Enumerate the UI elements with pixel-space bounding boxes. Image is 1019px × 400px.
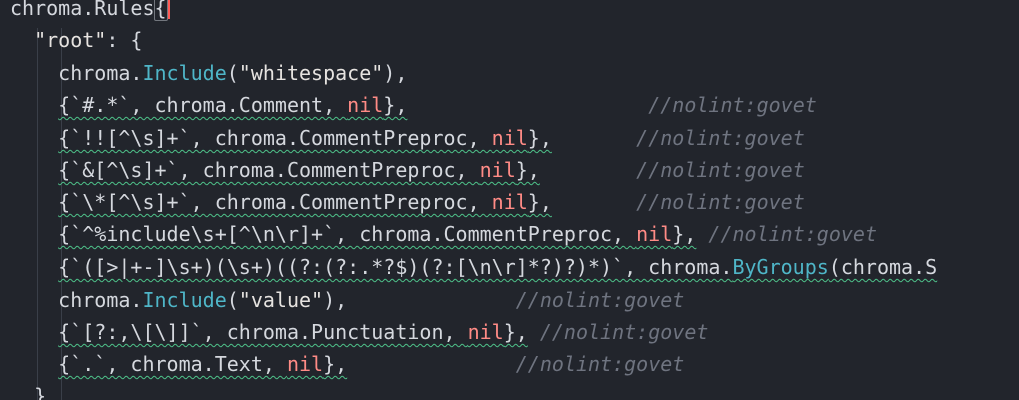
code-comment: //nolint:govet xyxy=(636,158,805,182)
code-comment: //nolint:govet xyxy=(636,126,805,150)
code-token: (chroma.S xyxy=(828,255,938,279)
code-line[interactable]: chroma.Rules{ xyxy=(10,0,170,24)
code-line[interactable]: chroma.Include("whitespace"), xyxy=(10,57,407,89)
code-comment: //nolint:govet xyxy=(648,93,817,117)
code-comment: //nolint:govet xyxy=(515,352,685,376)
code-function: ByGroups xyxy=(732,255,829,279)
code-line[interactable]: {`!![^\s]+`, chroma.CommentPreproc, nil}… xyxy=(10,122,805,154)
code-line[interactable]: }, xyxy=(10,380,58,400)
code-token: ), xyxy=(383,61,408,85)
code-token: {`[?:,\[\]]`, chroma.Punctuation, xyxy=(58,320,468,344)
code-token: }, xyxy=(515,158,540,182)
code-nil-keyword: nil xyxy=(491,126,528,150)
code-comment: //nolint:govet xyxy=(708,222,877,246)
code-nil-keyword: nil xyxy=(636,222,673,246)
code-line[interactable]: "root": { xyxy=(10,24,142,56)
code-line[interactable]: chroma.Include("value"), //nolint:govet xyxy=(10,284,684,316)
code-comment: //nolint:govet xyxy=(515,288,685,312)
code-token: {`([>|+-]\s+)(\s+)((?:(?:.*?$)(?:[\n\r]*… xyxy=(58,255,733,279)
code-line[interactable]: {`&[^\s]+`, chroma.CommentPreproc, nil},… xyxy=(10,154,805,186)
code-token: : { xyxy=(106,28,143,52)
code-token: ( xyxy=(226,61,239,85)
code-line[interactable]: {`.`, chroma.Text, nil}, //nolint:govet xyxy=(10,348,684,380)
code-token: }, xyxy=(323,352,348,376)
code-token: chroma.Rules xyxy=(10,0,155,20)
code-function: Include xyxy=(142,61,227,85)
code-token: {`!![^\s]+`, chroma.CommentPreproc, xyxy=(58,126,492,150)
code-token: }, xyxy=(10,384,59,400)
code-string: "whitespace" xyxy=(238,61,384,85)
code-line[interactable]: {`\*[^\s]+`, chroma.CommentPreproc, nil}… xyxy=(10,186,805,218)
code-nil-keyword: nil xyxy=(286,352,324,376)
code-token: {`&[^\s]+`, chroma.CommentPreproc, xyxy=(58,158,480,182)
code-token: chroma. xyxy=(10,288,143,312)
code-token: }, xyxy=(527,190,552,214)
code-comment: //nolint:govet xyxy=(539,320,709,344)
code-token: {`.`, chroma.Text, xyxy=(58,352,287,376)
code-function: Include xyxy=(142,288,227,312)
code-token: chroma. xyxy=(10,61,143,85)
code-comment: //nolint:govet xyxy=(636,190,805,214)
code-nil-keyword: nil xyxy=(467,320,504,344)
code-token: {`\*[^\s]+`, chroma.CommentPreproc, xyxy=(58,190,492,214)
code-token: ( xyxy=(226,288,239,312)
code-line[interactable]: {`[?:,\[\]]`, chroma.Punctuation, nil}, … xyxy=(10,316,708,348)
code-token: { xyxy=(153,0,168,24)
code-nil-keyword: nil xyxy=(479,158,516,182)
code-line[interactable]: {`([>|+-]\s+)(\s+)((?:(?:.*?$)(?:[\n\r]*… xyxy=(10,251,937,283)
code-token: }, xyxy=(383,93,408,117)
code-string: "root" xyxy=(34,28,107,52)
code-nil-keyword: nil xyxy=(347,93,384,117)
code-nil-keyword: nil xyxy=(491,190,528,214)
code-editor[interactable]: chroma.Rules{ "root": { chroma.Include("… xyxy=(0,0,1019,400)
code-token: {`^%include\s+[^\n\r]+`, chroma.CommentP… xyxy=(58,222,637,246)
code-string: "value" xyxy=(238,288,324,312)
code-line[interactable]: {`#.*`, chroma.Comment, nil}, //nolint:g… xyxy=(10,89,817,121)
code-token: }, xyxy=(503,320,528,344)
code-token: }, xyxy=(527,126,552,150)
code-token: }, xyxy=(672,222,697,246)
code-token: ), xyxy=(323,288,348,312)
code-token: {`#.*`, chroma.Comment, xyxy=(58,93,348,117)
text-caret xyxy=(167,0,170,19)
code-line[interactable]: {`^%include\s+[^\n\r]+`, chroma.CommentP… xyxy=(10,218,877,250)
